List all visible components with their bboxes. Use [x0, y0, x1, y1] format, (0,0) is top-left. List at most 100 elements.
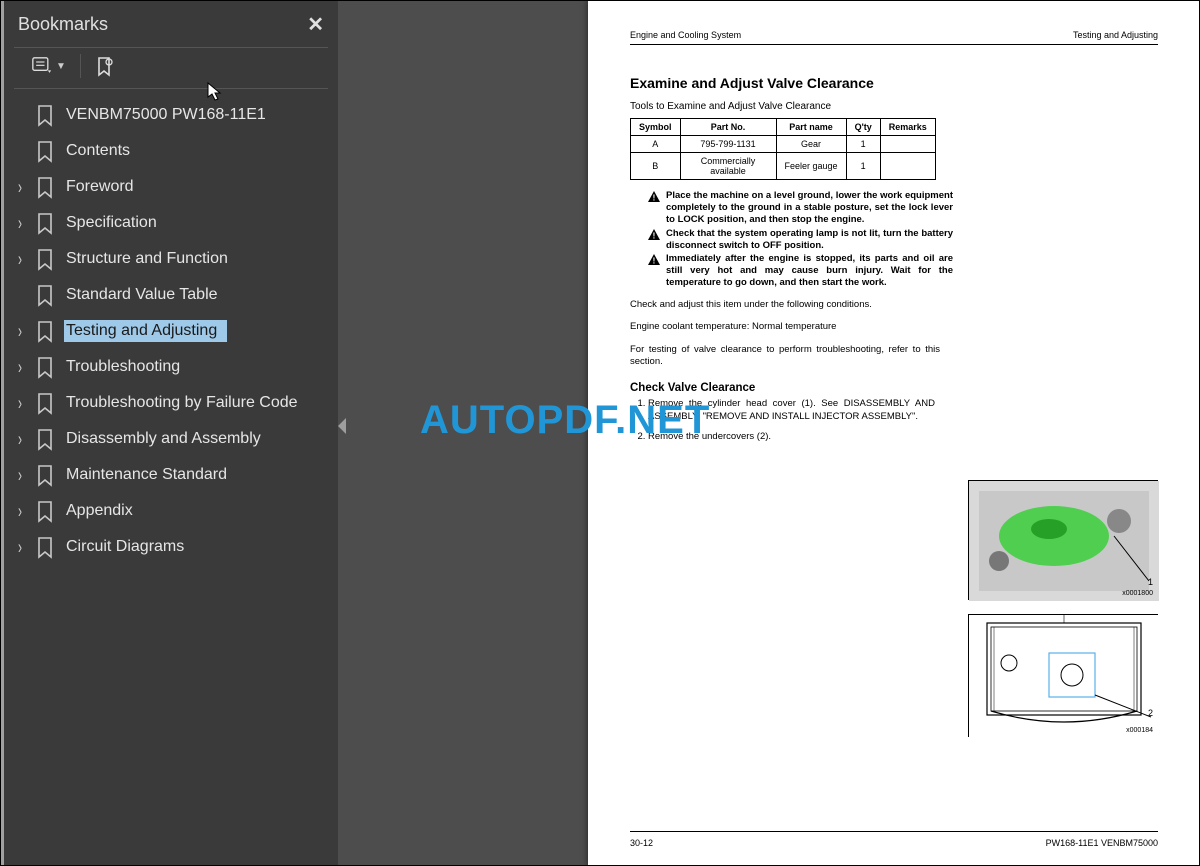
procedure-steps: Remove the cylinder head cover (1). See …	[630, 398, 935, 443]
running-head-right: Testing and Adjusting	[1073, 30, 1158, 40]
body-text: Check and adjust this item under the fol…	[630, 299, 940, 311]
bookmark-item[interactable]: › Troubleshooting	[4, 349, 338, 385]
table-cell	[880, 136, 935, 153]
doc-id-footer: PW168-11E1 VENBM75000	[1046, 838, 1158, 848]
bookmark-label: Disassembly and Assembly	[64, 428, 267, 450]
warning-block: ! Place the machine on a level ground, lo…	[648, 190, 953, 289]
bookmark-icon	[36, 213, 54, 233]
table-header-cell: Part No.	[680, 119, 776, 136]
expand-chevron-icon[interactable]: ›	[18, 428, 32, 450]
bookmark-item[interactable]: › Troubleshooting by Failure Code	[4, 385, 338, 421]
bookmark-icon	[36, 357, 54, 377]
figure-id-label: x0001800	[1122, 590, 1153, 597]
bookmark-icon	[36, 105, 54, 125]
bookmark-item[interactable]: ›Foreword	[4, 169, 338, 205]
expand-chevron-icon[interactable]: ›	[18, 464, 32, 486]
body-text: For testing of valve clearance to perfor…	[630, 344, 940, 369]
bookmark-item[interactable]: › Structure and Function	[4, 241, 338, 277]
bookmark-item[interactable]: Standard Value Table	[4, 277, 338, 313]
bookmark-icon	[36, 177, 54, 197]
bookmark-item[interactable]: › Disassembly and Assembly	[4, 421, 338, 457]
bookmark-label: Troubleshooting	[64, 356, 186, 378]
expand-chevron-icon[interactable]: ›	[18, 392, 32, 414]
table-cell: Feeler gauge	[776, 153, 846, 180]
table-header-cell: Remarks	[880, 119, 935, 136]
expand-chevron-icon[interactable]: ›	[18, 500, 32, 522]
bookmark-label: Circuit Diagrams	[64, 536, 190, 558]
sidebar-header: Bookmarks ✕	[4, 8, 338, 47]
bookmark-label: VENBM75000 PW168-11E1	[64, 104, 272, 126]
bookmark-icon	[36, 537, 54, 557]
table-cell: 1	[846, 136, 880, 153]
bookmark-icon	[36, 465, 54, 485]
bookmark-icon	[36, 321, 54, 341]
bookmark-label: Structure and Function	[64, 248, 234, 270]
warning-text: Immediately after the engine is stopped,…	[666, 253, 953, 289]
sub-heading: Check Valve Clearance	[630, 382, 1158, 394]
toolbar-separator	[80, 54, 81, 78]
figure-2: 2 x000184	[968, 614, 1158, 737]
dropdown-caret-icon[interactable]: ▼	[56, 61, 66, 72]
bookmark-icon	[36, 393, 54, 413]
table-cell: Gear	[776, 136, 846, 153]
svg-text:!: !	[653, 257, 656, 266]
find-bookmark-icon[interactable]	[95, 57, 115, 75]
table-cell: B	[631, 153, 681, 180]
table-cell: 795-799-1131	[680, 136, 776, 153]
bookmark-icon	[36, 501, 54, 521]
bookmark-item[interactable]: VENBM75000 PW168-11E1	[4, 97, 338, 133]
table-header-cell: Q'ty	[846, 119, 880, 136]
bookmark-icon	[36, 141, 54, 161]
expand-chevron-icon[interactable]: ›	[18, 356, 32, 378]
page-heading: Examine and Adjust Valve Clearance	[630, 75, 1158, 91]
bookmark-label: Testing and Adjusting	[64, 320, 227, 342]
collapse-sidebar-handle[interactable]	[338, 418, 346, 434]
page-footer: 30-12 PW168-11E1 VENBM75000	[630, 831, 1158, 848]
bookmark-item[interactable]: › Testing and Adjusting	[4, 313, 338, 349]
bookmark-label: Specification	[64, 212, 163, 234]
expand-chevron-icon[interactable]: ›	[18, 320, 32, 342]
table-cell: 1	[846, 153, 880, 180]
table-header-cell: Symbol	[631, 119, 681, 136]
tools-caption: Tools to Examine and Adjust Valve Cleara…	[630, 101, 1158, 112]
table-row: A795-799-1131Gear1	[631, 136, 936, 153]
warning-row: !Check that the system operating lamp is…	[648, 228, 953, 252]
figure-id-label: x000184	[1126, 727, 1153, 734]
bookmark-item[interactable]: › Specification	[4, 205, 338, 241]
bookmark-item[interactable]: ›Appendix	[4, 493, 338, 529]
bookmarks-sidebar: Bookmarks ✕ ▼ VENBM75000 PW168-11E1 Conte…	[0, 0, 338, 866]
svg-text:!: !	[653, 231, 656, 240]
bookmark-list: VENBM75000 PW168-11E1Contents›Foreword›S…	[4, 89, 338, 565]
page-number: 30-12	[630, 838, 653, 848]
procedure-step: Remove the undercovers (2).	[648, 431, 935, 443]
running-head-left: Engine and Cooling System	[630, 30, 741, 40]
sidebar-title: Bookmarks	[18, 14, 108, 35]
bookmark-label: Standard Value Table	[64, 284, 224, 306]
bookmark-item[interactable]: › Circuit Diagrams	[4, 529, 338, 565]
tools-table: SymbolPart No.Part nameQ'tyRemarksA795-7…	[630, 118, 936, 180]
close-sidebar-button[interactable]: ✕	[307, 12, 324, 37]
table-cell: A	[631, 136, 681, 153]
figure-callout-number: 2	[1148, 708, 1153, 718]
expand-chevron-icon[interactable]: ›	[18, 176, 32, 198]
warning-triangle-icon: !	[648, 254, 660, 265]
warning-text: Place the machine on a level ground, low…	[666, 190, 953, 226]
expand-chevron-icon[interactable]: ›	[18, 248, 32, 270]
bookmark-options-icon[interactable]	[32, 57, 52, 75]
procedure-step: Remove the cylinder head cover (1). See …	[648, 398, 935, 423]
bookmark-label: Troubleshooting by Failure Code	[64, 392, 304, 414]
bookmark-label: Maintenance Standard	[64, 464, 233, 486]
warning-triangle-icon: !	[648, 191, 660, 202]
bookmark-item[interactable]: › Maintenance Standard	[4, 457, 338, 493]
table-row: BCommercially availableFeeler gauge1	[631, 153, 936, 180]
warning-row: ! Place the machine on a level ground, lo…	[648, 190, 953, 226]
document-stage: Engine and Cooling System Testing and Ad…	[338, 0, 1200, 866]
running-head: Engine and Cooling System Testing and Ad…	[630, 30, 1158, 45]
warning-triangle-icon: !	[648, 229, 660, 240]
table-cell: Commercially available	[680, 153, 776, 180]
expand-chevron-icon[interactable]: ›	[18, 212, 32, 234]
expand-chevron-icon[interactable]: ›	[18, 536, 32, 558]
bookmark-icon	[36, 429, 54, 449]
bookmark-item[interactable]: Contents	[4, 133, 338, 169]
bookmark-label: Contents	[64, 140, 136, 162]
